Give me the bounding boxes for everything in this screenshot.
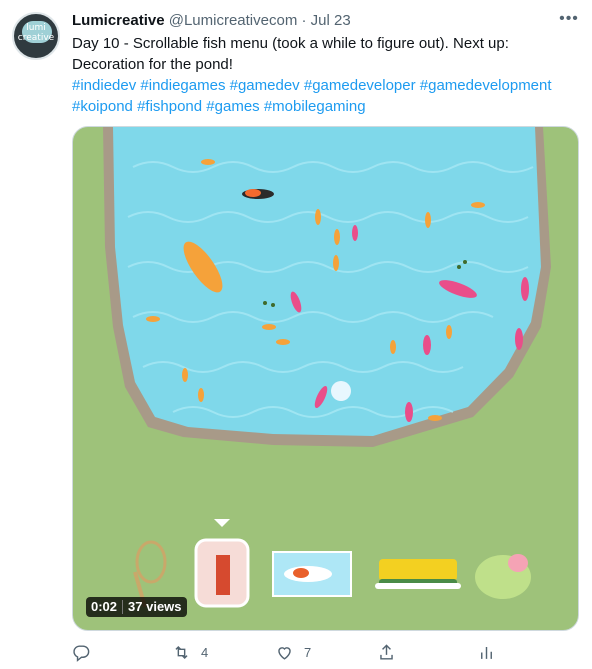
retweet-icon bbox=[175, 645, 188, 659]
hashtag-link[interactable]: #indiegames bbox=[140, 77, 225, 94]
hashtag-link[interactable]: #games bbox=[206, 98, 259, 115]
reply-icon bbox=[73, 644, 90, 662]
retweet-count: 4 bbox=[201, 644, 209, 660]
fish-menu[interactable] bbox=[133, 538, 531, 608]
hashtag-line: #indiedev #indiegames #gamedev #gamedeve… bbox=[72, 75, 572, 96]
analytics-button[interactable] bbox=[477, 640, 496, 664]
hashtag-line: #koipond #fishpond #games #mobilegaming bbox=[72, 96, 572, 117]
like-button[interactable]: 7 bbox=[275, 640, 311, 664]
menu-selection-arrow-icon bbox=[214, 519, 230, 527]
avatar-logo-text: lumi creative bbox=[17, 23, 55, 43]
author-name[interactable]: Lumicreative bbox=[72, 12, 165, 29]
avatar[interactable]: lumi creative bbox=[12, 12, 60, 60]
hashtag-link[interactable]: #gamedev bbox=[230, 77, 300, 94]
hashtag-link[interactable]: #mobilegaming bbox=[264, 98, 366, 115]
tweet-header: Lumicreative @Lumicreativecom · Jul 23 bbox=[72, 11, 351, 31]
tweet-text-line: Decoration for the pond! bbox=[72, 56, 233, 73]
analytics-icon bbox=[481, 646, 492, 659]
separator-dot: · bbox=[301, 12, 307, 29]
koi-bag-icon[interactable] bbox=[194, 538, 250, 608]
hashtag-link[interactable]: #indiedev bbox=[72, 77, 136, 94]
share-icon bbox=[380, 643, 393, 660]
video-stats-badge: 0:02 37 views bbox=[86, 597, 187, 617]
hashtag-link[interactable]: #gamedeveloper bbox=[304, 77, 416, 94]
hashtag-link[interactable]: #fishpond bbox=[137, 98, 202, 115]
retweet-button[interactable]: 4 bbox=[172, 640, 208, 664]
video-views: 37 views bbox=[128, 599, 182, 614]
sponge-icon[interactable] bbox=[375, 559, 461, 589]
hashtag-link[interactable]: #koipond bbox=[72, 98, 133, 115]
heart-icon bbox=[278, 646, 291, 660]
hashtag-link[interactable]: #gamedevelopment bbox=[420, 77, 552, 94]
author-handle[interactable]: @Lumicreativecom bbox=[169, 12, 298, 29]
share-button[interactable] bbox=[377, 640, 396, 664]
video-duration: 0:02 bbox=[91, 599, 118, 614]
like-count: 7 bbox=[304, 644, 312, 660]
tweet-date[interactable]: Jul 23 bbox=[311, 12, 351, 29]
video-player[interactable]: 0:02 37 views bbox=[72, 126, 579, 631]
tweet-text-line: Day 10 - Scrollable fish menu (took a wh… bbox=[72, 35, 509, 52]
game-scene bbox=[103, 127, 551, 608]
lily-pad-icon[interactable] bbox=[475, 554, 531, 599]
koi-tank-icon[interactable] bbox=[272, 551, 352, 597]
reply-button[interactable] bbox=[72, 640, 101, 664]
more-dots-icon[interactable]: ••• bbox=[558, 10, 580, 30]
tweet-actions: 4 7 bbox=[72, 640, 512, 664]
tweet-text: Day 10 - Scrollable fish menu (took a wh… bbox=[72, 33, 572, 117]
